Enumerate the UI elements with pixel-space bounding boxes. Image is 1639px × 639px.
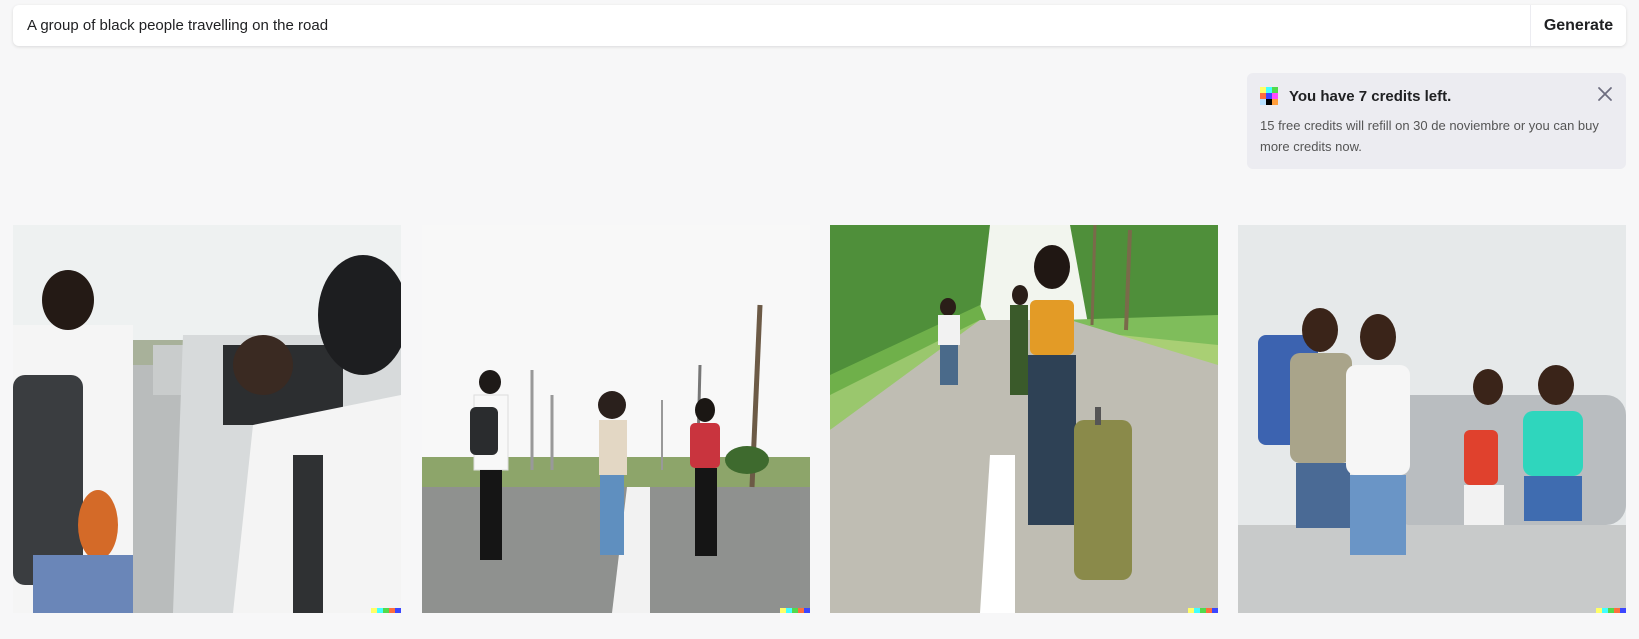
prompt-input[interactable] xyxy=(13,5,1530,46)
watermark-square xyxy=(804,608,810,613)
image-gallery xyxy=(13,225,1626,613)
watermark-square xyxy=(1212,608,1218,613)
watermark-square xyxy=(395,608,401,613)
dalle-watermark-icon xyxy=(780,608,810,613)
image-4-scene xyxy=(1238,225,1626,613)
dalle-logo-icon xyxy=(1260,87,1278,105)
dalle-watermark-icon xyxy=(1188,608,1218,613)
credits-body: 15 free credits will refill on 30 de nov… xyxy=(1260,118,1599,154)
image-3-scene xyxy=(830,225,1218,613)
dalle-watermark-icon xyxy=(1596,608,1626,613)
image-2-scene xyxy=(422,225,810,613)
generated-image-1[interactable] xyxy=(13,225,401,613)
image-1-scene xyxy=(13,225,401,613)
generated-image-2[interactable] xyxy=(422,225,810,613)
watermark-square xyxy=(1620,608,1626,613)
generated-image-3[interactable] xyxy=(830,225,1218,613)
logo-square xyxy=(1272,99,1278,105)
credits-notice: You have 7 credits left. 15 free credits… xyxy=(1247,73,1626,169)
credits-title: You have 7 credits left. xyxy=(1289,87,1452,105)
generated-image-4[interactable] xyxy=(1238,225,1626,613)
close-icon[interactable] xyxy=(1596,85,1614,103)
dalle-watermark-icon xyxy=(371,608,401,613)
generate-button[interactable]: Generate xyxy=(1530,5,1626,46)
prompt-bar: Generate xyxy=(13,5,1626,46)
